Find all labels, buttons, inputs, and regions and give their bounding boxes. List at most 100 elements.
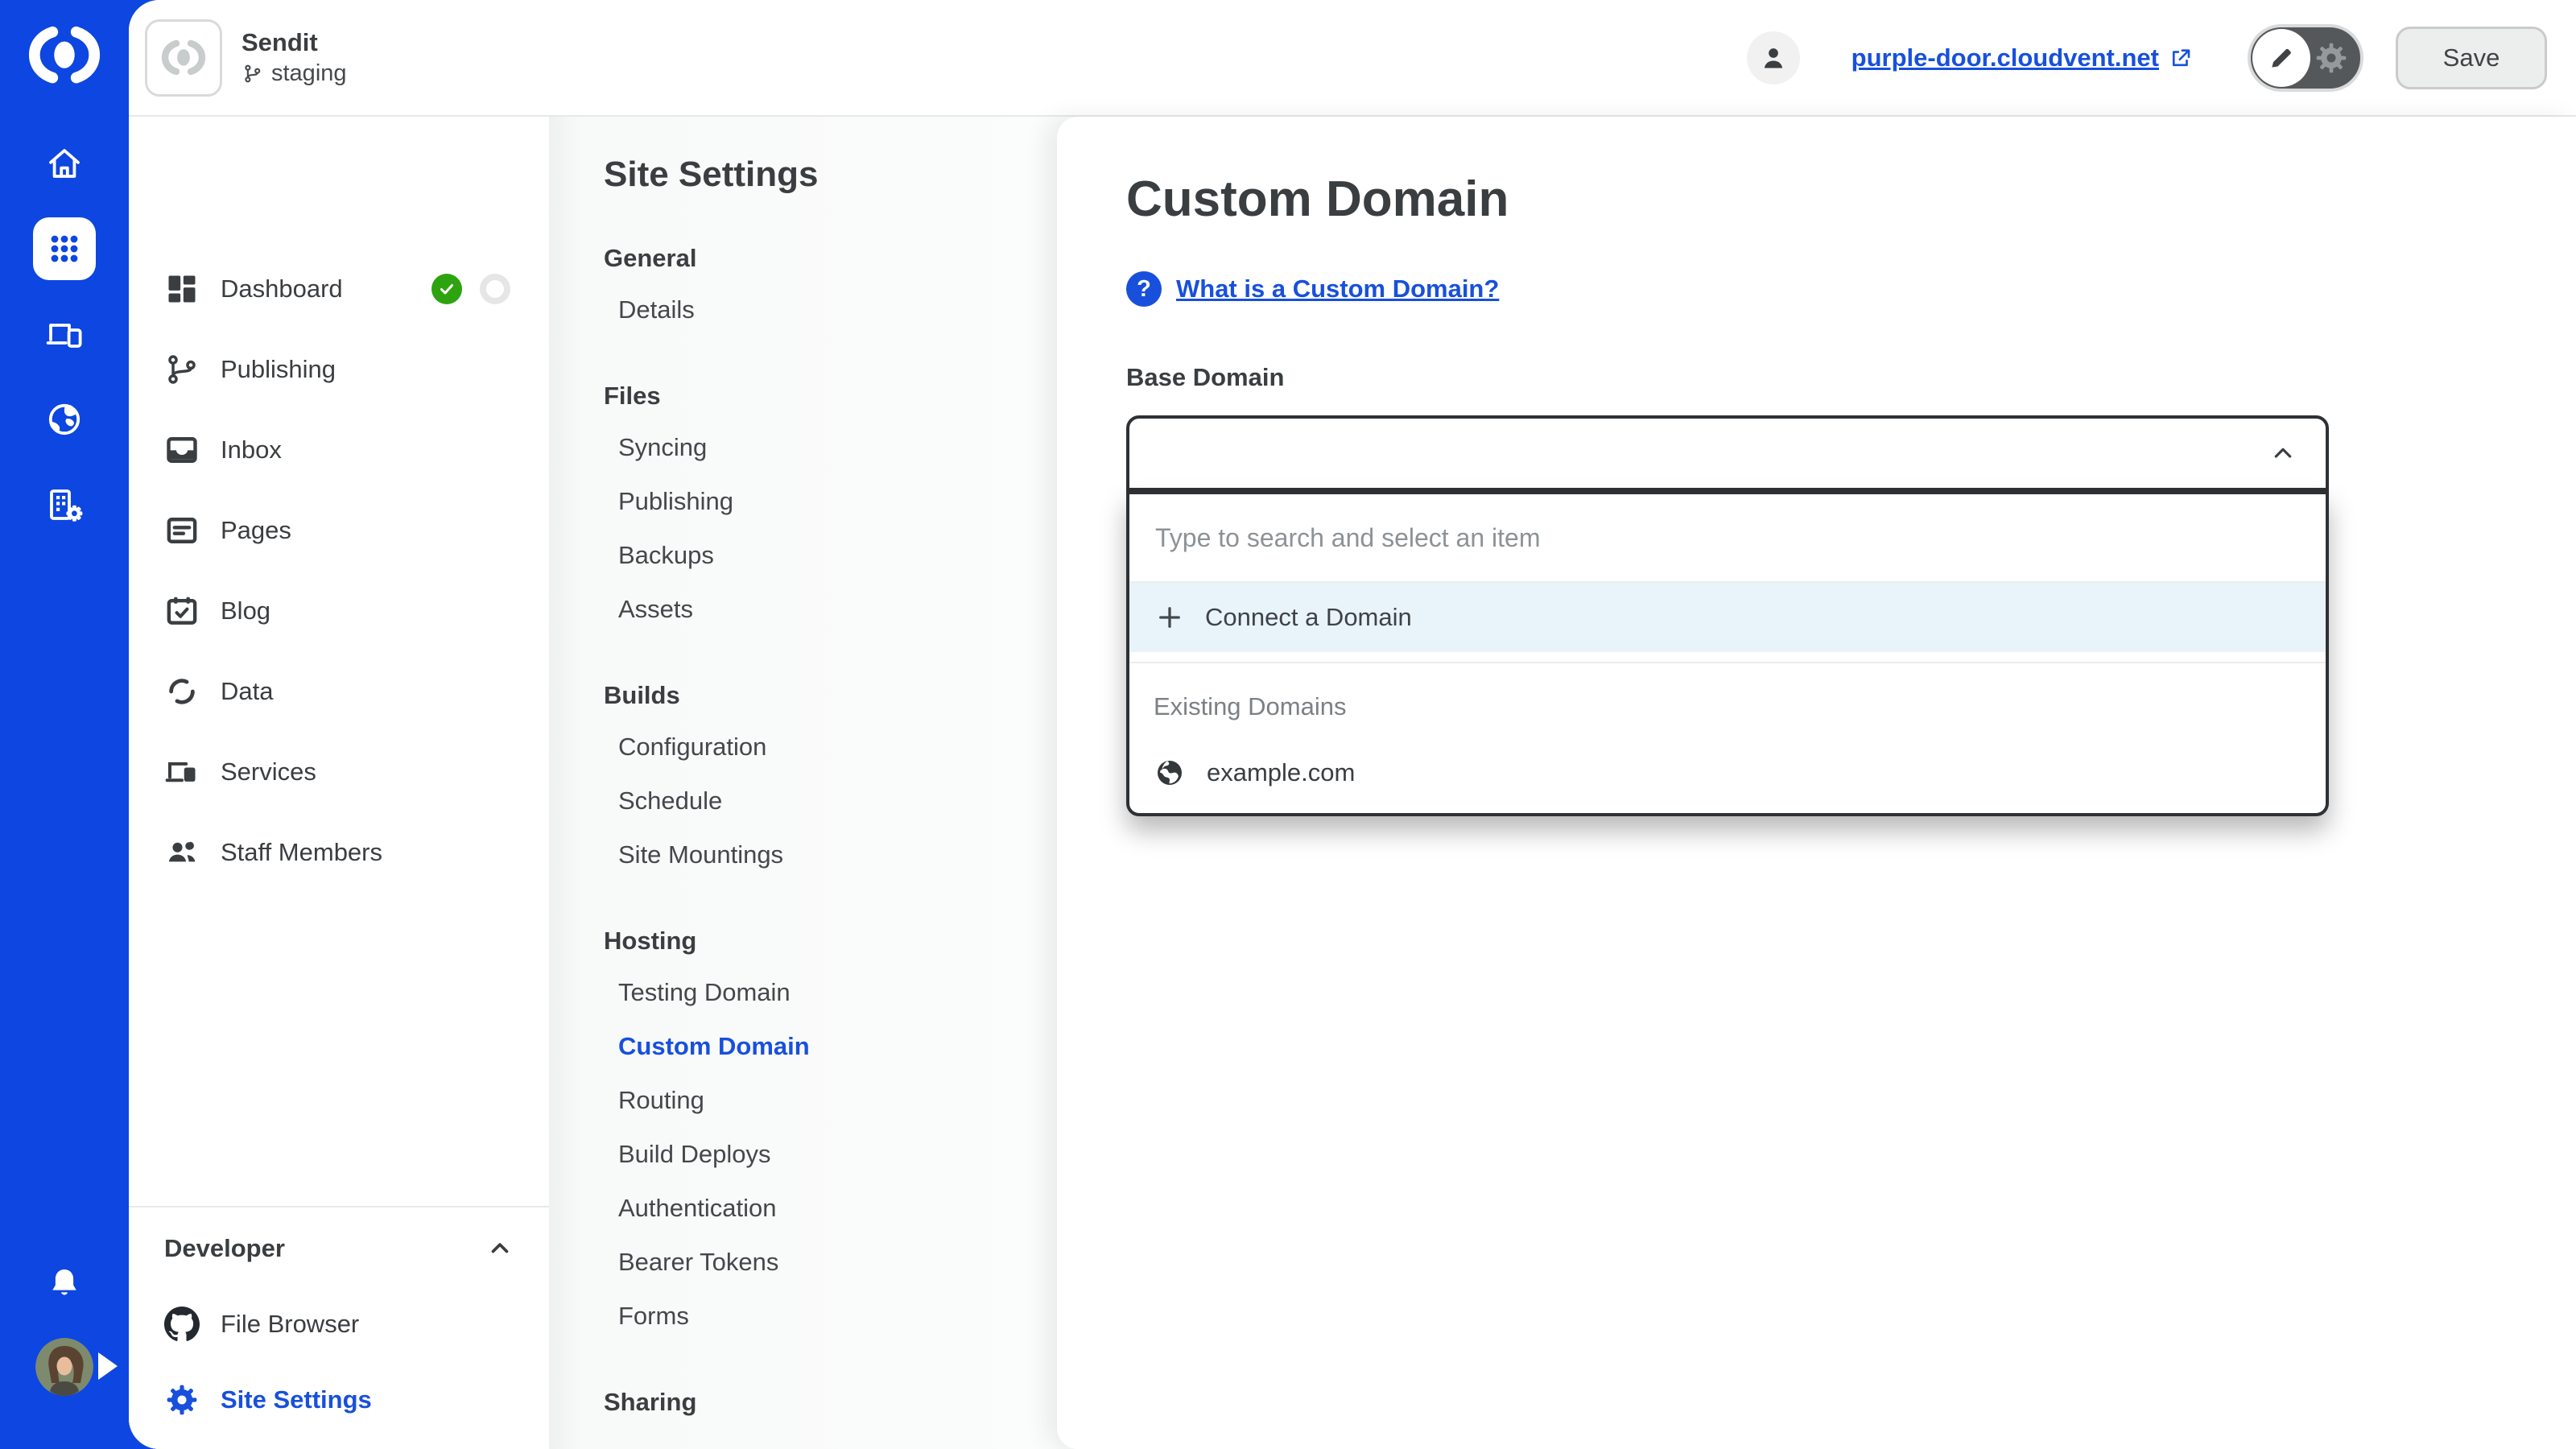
settings-group-files: Files Syncing Publishing Backups Assets <box>604 372 1057 636</box>
settings-title: Site Settings <box>604 151 1057 199</box>
pencil-icon <box>2265 42 2297 74</box>
user-avatar[interactable] <box>35 1338 93 1396</box>
dropdown-search-row <box>1129 494 2326 581</box>
connect-domain-option[interactable]: Connect a Domain <box>1129 581 2326 652</box>
gear-icon <box>164 1382 200 1418</box>
cloudcannon-app: { "colors": { "rail_blue": "#0d46e0", "l… <box>0 0 2576 1449</box>
settings-item-custom-domain[interactable]: Custom Domain <box>604 1019 1057 1073</box>
settings-item-site-mountings[interactable]: Site Mountings <box>604 828 1057 881</box>
nav-label: Services <box>221 758 316 786</box>
git-branch-icon <box>164 352 200 387</box>
settings-item-publishing[interactable]: Publishing <box>604 474 1057 528</box>
base-domain-label: Base Domain <box>1126 361 2576 394</box>
nav-item-data[interactable]: Data <box>129 651 549 732</box>
nav-item-services[interactable]: Services <box>129 732 549 812</box>
preview-url-text: purple-door.cloudvent.net <box>1852 43 2159 72</box>
developer-label: Developer <box>164 1234 285 1263</box>
save-button[interactable]: Save <box>2396 27 2547 89</box>
help-link[interactable]: What is a Custom Domain? <box>1176 275 1499 303</box>
nav-item-blog[interactable]: Blog <box>129 571 549 651</box>
settings-item-assets[interactable]: Assets <box>604 582 1057 636</box>
nav-label: Site Settings <box>221 1385 372 1414</box>
rail-nav <box>33 132 96 536</box>
settings-item-backups[interactable]: Backups <box>604 528 1057 582</box>
domain-search-input[interactable] <box>1154 522 2301 554</box>
cloudcannon-logo[interactable] <box>27 23 102 87</box>
question-circle-icon: ? <box>1126 271 1162 307</box>
settings-item-schedule[interactable]: Schedule <box>604 774 1057 828</box>
nav-item-site-settings[interactable]: Site Settings <box>129 1362 549 1438</box>
external-link-icon <box>2169 46 2193 70</box>
nav-item-inbox[interactable]: Inbox <box>129 410 549 490</box>
help-row: ? What is a Custom Domain? <box>1126 266 2576 312</box>
settings-group-hosting: Hosting Testing Domain Custom Domain Rou… <box>604 917 1057 1343</box>
user-icon[interactable] <box>1747 31 1800 85</box>
editor-mode-toggle[interactable] <box>2248 24 2363 92</box>
group-label: General <box>604 234 1057 283</box>
existing-domains-label: Existing Domains <box>1129 663 2326 733</box>
git-branch-icon <box>242 63 263 85</box>
nav-item-publishing[interactable]: Publishing <box>129 329 549 410</box>
base-domain-select[interactable] <box>1126 415 2329 491</box>
bell-icon[interactable] <box>46 1265 83 1302</box>
laptop-card-icon <box>164 754 200 790</box>
developer-section: Developer File Browser <box>129 1206 549 1449</box>
apps-grid-icon[interactable] <box>33 217 96 280</box>
chevron-up-icon <box>2268 438 2298 469</box>
nav-item-pages[interactable]: Pages <box>129 490 549 571</box>
page-title: Custom Domain <box>1126 168 2576 231</box>
settings-item-bearer-tokens[interactable]: Bearer Tokens <box>604 1235 1057 1289</box>
home-icon[interactable] <box>33 132 96 195</box>
nav-item-file-browser[interactable]: File Browser <box>129 1286 549 1362</box>
chevron-up-icon <box>486 1235 514 1262</box>
domain-option-label: example.com <box>1207 758 1355 787</box>
gear-icon <box>2314 40 2349 76</box>
dashboard-icon <box>164 271 200 307</box>
connect-domain-label: Connect a Domain <box>1205 603 1412 632</box>
group-label: Hosting <box>604 917 1057 965</box>
topbar: Sendit staging purple-door.cloudvent.net <box>129 0 2576 117</box>
settings-item-syncing[interactable]: Syncing <box>604 420 1057 474</box>
main-nav: Dashboard Publishing <box>129 117 549 1449</box>
settings-item-routing[interactable]: Routing <box>604 1073 1057 1127</box>
nav-label: Pages <box>221 516 291 545</box>
settings-group-general: General Details <box>604 234 1057 336</box>
inbox-icon <box>164 432 200 468</box>
nav-label: Publishing <box>221 355 336 384</box>
group-label: Builds <box>604 671 1057 720</box>
nav-item-staff-members[interactable]: Staff Members <box>129 812 549 893</box>
rail-bottom <box>35 1265 93 1396</box>
dropdown-divider <box>1129 652 2326 663</box>
site-logo[interactable] <box>145 19 222 97</box>
nav-label: Dashboard <box>221 275 343 303</box>
group-label: Files <box>604 372 1057 420</box>
settings-item-details[interactable]: Details <box>604 283 1057 336</box>
nav-item-dashboard[interactable]: Dashboard <box>129 249 549 329</box>
settings-item-build-deploys[interactable]: Build Deploys <box>604 1127 1057 1181</box>
globe-icon[interactable] <box>33 388 96 451</box>
dashboard-status <box>431 274 510 304</box>
settings-item-authentication[interactable]: Authentication <box>604 1181 1057 1235</box>
columns: Dashboard Publishing <box>129 117 2576 1449</box>
nav-label: File Browser <box>221 1310 359 1339</box>
site-name: Sendit <box>242 30 347 56</box>
settings-item-testing-domain[interactable]: Testing Domain <box>604 965 1057 1019</box>
expand-arrow-icon[interactable] <box>98 1352 118 1380</box>
topbar-right: purple-door.cloudvent.net <box>1747 24 2547 92</box>
devices-icon[interactable] <box>33 303 96 365</box>
organization-icon[interactable] <box>33 473 96 536</box>
preview-url-link[interactable]: purple-door.cloudvent.net <box>1852 43 2193 72</box>
empty-circle-icon <box>480 274 510 304</box>
pages-icon <box>164 513 200 548</box>
check-badge-icon <box>431 274 462 304</box>
nav-label: Blog <box>221 597 270 625</box>
toggle-knob <box>2252 29 2310 87</box>
calendar-check-icon <box>164 593 200 629</box>
developer-section-header[interactable]: Developer <box>129 1211 549 1286</box>
settings-item-configuration[interactable]: Configuration <box>604 720 1057 774</box>
settings-item-forms[interactable]: Forms <box>604 1289 1057 1343</box>
base-domain-dropdown: Connect a Domain Existing Domains exampl… <box>1126 491 2329 816</box>
plus-icon <box>1155 603 1184 632</box>
group-label: Sharing <box>604 1378 1057 1426</box>
domain-option-example-com[interactable]: example.com <box>1129 733 2326 813</box>
